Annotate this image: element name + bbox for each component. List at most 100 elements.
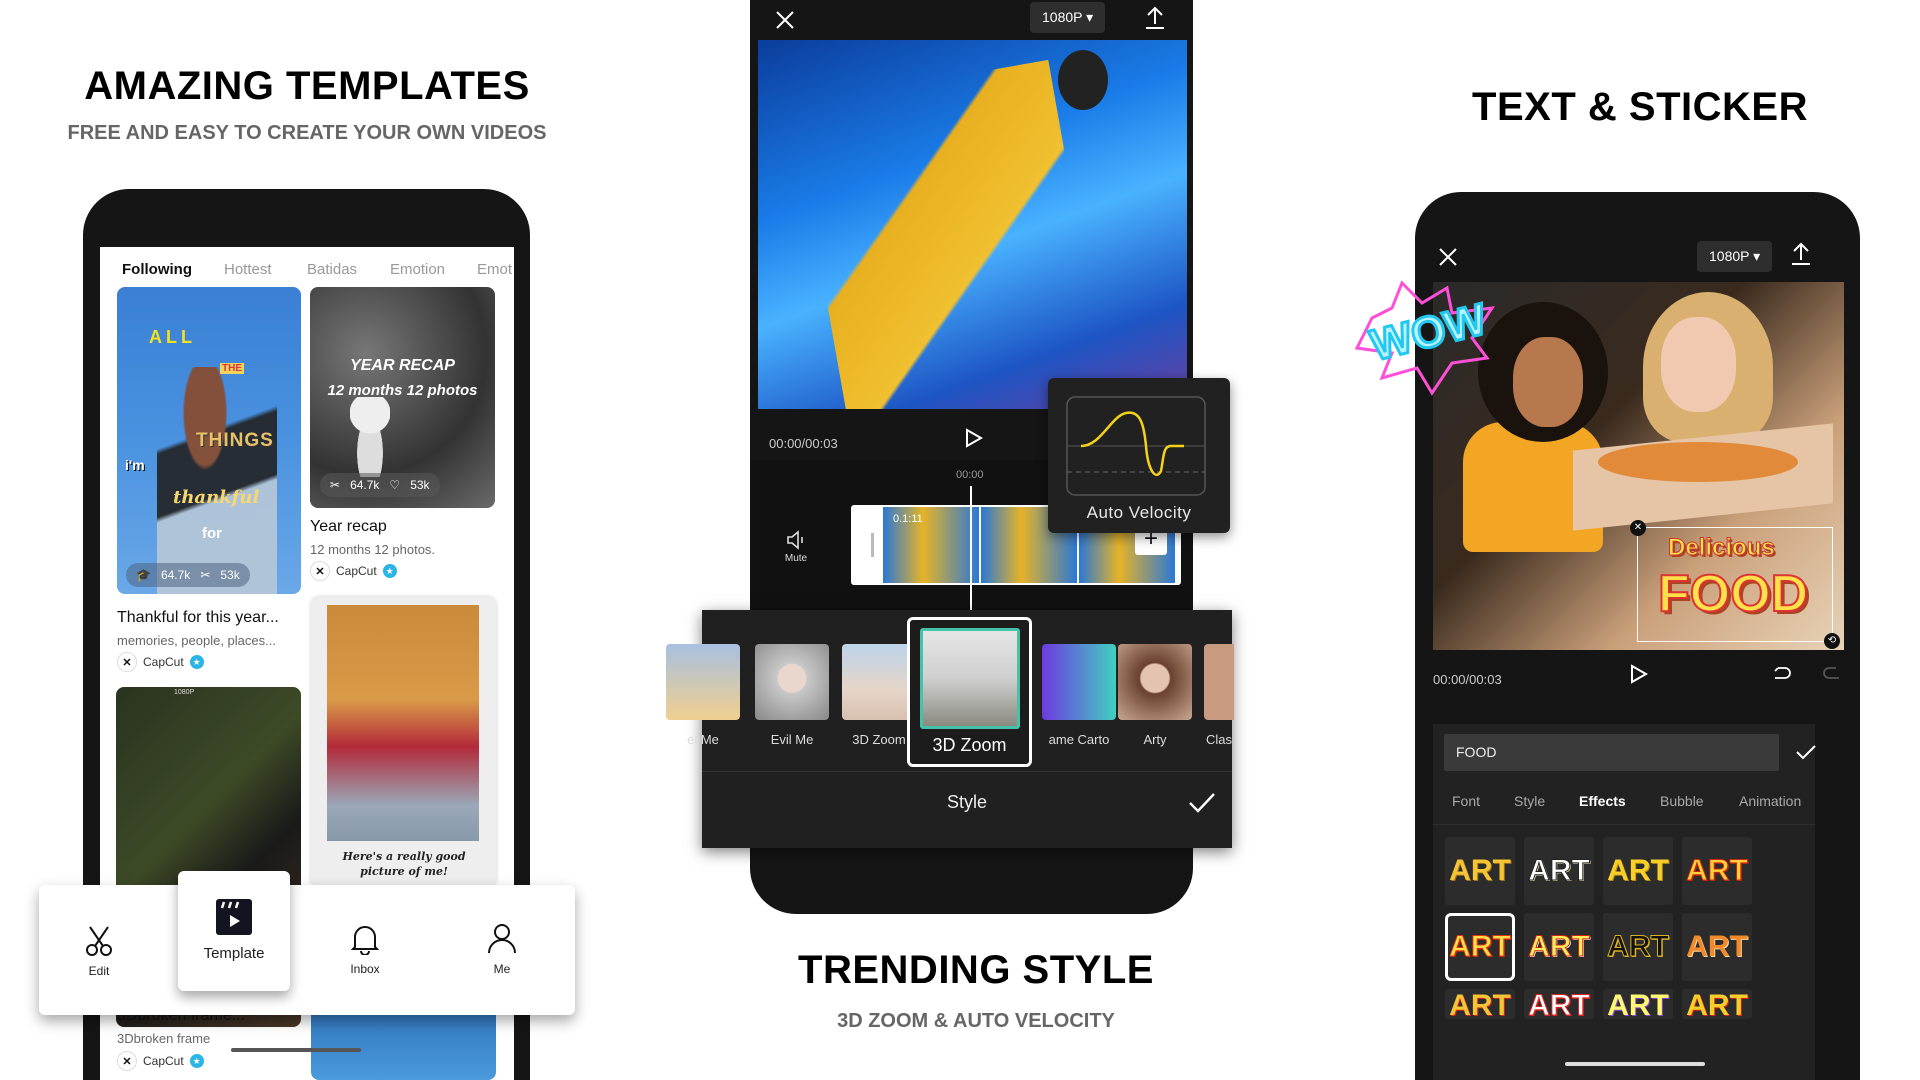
- export-icon[interactable]: [1145, 6, 1165, 30]
- capcut-logo-icon: ✕: [117, 652, 137, 672]
- person-right-face: [1661, 317, 1736, 412]
- mute-button[interactable]: Mute: [776, 530, 816, 564]
- play-icon[interactable]: [965, 428, 983, 448]
- effect-option[interactable]: ART: [1603, 913, 1673, 981]
- confirm-check-icon[interactable]: [1188, 792, 1216, 814]
- style-option[interactable]: Evil Me: [755, 644, 829, 747]
- style-option[interactable]: Arty: [1118, 644, 1192, 747]
- sticker-text-line2: FOOD: [1657, 564, 1809, 624]
- overlay-word-thankful: thankful: [173, 487, 260, 508]
- effect-option[interactable]: ART: [1682, 837, 1752, 905]
- resolution-value: 1080P: [1042, 9, 1083, 25]
- author-name: CapCut: [143, 655, 184, 669]
- sticker-delete-icon[interactable]: ✕: [1630, 520, 1646, 536]
- card-stats: ✂ 64.7k ♡ 53k: [320, 473, 440, 497]
- template-card-dog[interactable]: Here's a really good picture of me!: [311, 597, 496, 887]
- verified-icon: ★: [189, 655, 204, 669]
- style-option[interactable]: el Me: [666, 644, 740, 747]
- playhead[interactable]: [970, 486, 972, 616]
- right-panel-title: TEXT & STICKER: [1472, 85, 1808, 129]
- template-card-year-recap[interactable]: YEAR RECAP 12 months 12 photos ✂ 64.7k ♡ 5…: [310, 287, 495, 508]
- overlay-word-the: THE: [220, 363, 244, 374]
- clip-label: 0.1:11: [893, 513, 923, 525]
- tab-hottest[interactable]: Hottest: [224, 247, 272, 278]
- tab-bubble[interactable]: Bubble: [1660, 793, 1704, 809]
- effect-option[interactable]: ART: [1445, 989, 1515, 1019]
- author-name: CapCut: [336, 564, 377, 578]
- style-option-selected[interactable]: 3D Zoom: [907, 617, 1032, 767]
- play-icon[interactable]: [1630, 664, 1648, 684]
- person-icon: [488, 924, 516, 954]
- tab-emotion[interactable]: Emotion: [390, 247, 445, 278]
- home-indicator: [1565, 1062, 1705, 1066]
- confirm-check-icon[interactable]: [1795, 744, 1817, 760]
- tab-divider: [1433, 824, 1815, 825]
- category-tabs: Following Hottest Batidas Emotion Emot: [100, 247, 514, 287]
- template-card-thankful[interactable]: ALL THE THINGS i'm thankful for 🎓 64.7k ✂…: [117, 287, 301, 594]
- close-icon[interactable]: [1439, 248, 1457, 266]
- effect-option[interactable]: ART: [1524, 837, 1594, 905]
- style-thumbnail: [919, 628, 1020, 729]
- close-icon[interactable]: [776, 11, 794, 29]
- panel-divider: [702, 771, 1232, 772]
- tab-font[interactable]: Font: [1452, 793, 1480, 809]
- style-option[interactable]: 3D Zoom: [842, 644, 916, 747]
- nav-me[interactable]: Me: [472, 923, 532, 976]
- effect-option[interactable]: ART: [1682, 989, 1752, 1019]
- overlay-word-for: for: [202, 525, 222, 542]
- ruler-time: 00:00: [956, 469, 984, 481]
- playback-time: 00:00/00:03: [1433, 672, 1502, 687]
- text-input[interactable]: FOOD: [1444, 734, 1779, 771]
- verified-icon: ★: [189, 1054, 204, 1068]
- tab-style[interactable]: Style: [1514, 793, 1545, 809]
- overlay-word-im: i'm: [125, 457, 145, 473]
- person-left-face: [1513, 337, 1583, 427]
- nav-edit-label: Edit: [88, 964, 110, 978]
- author-name: CapCut: [143, 1054, 184, 1068]
- resolution-dropdown[interactable]: 1080P ▾: [1697, 241, 1773, 272]
- tab-emotion-2[interactable]: Emot: [477, 247, 512, 278]
- redo-icon[interactable]: [1823, 666, 1841, 682]
- effect-option[interactable]: ART: [1682, 913, 1752, 981]
- tab-following[interactable]: Following: [122, 247, 192, 278]
- middle-panel-subtitle: 3D ZOOM & AUTO VELOCITY: [837, 1010, 1115, 1032]
- nav-edit[interactable]: Edit: [69, 925, 129, 978]
- stat-likes: 53k: [410, 478, 430, 492]
- tab-batidas[interactable]: Batidas: [307, 247, 357, 278]
- undo-icon[interactable]: [1773, 666, 1791, 682]
- nav-template[interactable]: Template: [178, 871, 290, 991]
- card-author[interactable]: ✕ CapCut ★: [117, 652, 204, 672]
- overlay-word-things: THINGS: [196, 430, 274, 451]
- nav-inbox-label: Inbox: [350, 962, 380, 976]
- resolution-dropdown[interactable]: 1080P ▾: [1030, 2, 1106, 33]
- effect-option[interactable]: ART: [1524, 913, 1594, 981]
- nav-inbox[interactable]: Inbox: [335, 923, 395, 976]
- auto-velocity-panel[interactable]: Auto Velocity: [1048, 378, 1230, 533]
- dancer-head: [1058, 50, 1108, 110]
- wow-sticker[interactable]: WOW: [1352, 278, 1502, 396]
- home-indicator: [231, 1048, 361, 1052]
- auto-velocity-label: Auto Velocity: [1086, 503, 1192, 522]
- scissors-icon: [86, 926, 112, 956]
- sticker-rotate-icon[interactable]: ⟲: [1824, 633, 1840, 649]
- tab-animation[interactable]: Animation: [1739, 793, 1801, 809]
- effect-option[interactable]: ART: [1603, 989, 1673, 1019]
- clapperboard-icon: [216, 899, 252, 935]
- effect-option-selected[interactable]: ART: [1445, 913, 1515, 981]
- tab-effects[interactable]: Effects: [1579, 793, 1626, 809]
- style-option[interactable]: Clas: [1204, 644, 1234, 747]
- export-icon[interactable]: [1791, 242, 1811, 266]
- effect-option[interactable]: ART: [1603, 837, 1673, 905]
- card-author[interactable]: ✕ CapCut ★: [310, 561, 397, 581]
- style-thumbnail: [1118, 644, 1192, 720]
- trim-handle[interactable]: [871, 533, 874, 557]
- effect-option[interactable]: ART: [1445, 837, 1515, 905]
- style-label: Clas: [1205, 732, 1232, 747]
- card-author[interactable]: ✕ CapCut ★: [117, 1051, 204, 1071]
- style-label: Evil Me: [770, 732, 814, 747]
- speaker-icon: [787, 530, 803, 550]
- food-sticker-frame[interactable]: ✕ ⟲ Delicious FOOD: [1630, 520, 1840, 649]
- effect-option[interactable]: ART: [1524, 989, 1594, 1019]
- style-option[interactable]: ame Carto: [1042, 644, 1116, 747]
- style-label: ame Carto: [1048, 732, 1110, 747]
